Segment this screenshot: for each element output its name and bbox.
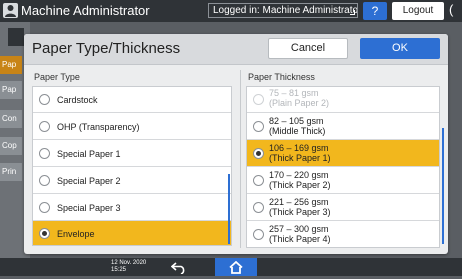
edge-glyph: ( [449,2,454,17]
thickness-item-thick-2[interactable]: 170 – 220 gsm (Thick Paper 2) [247,167,439,194]
clock: 12 Nov. 2020 15:25 [111,260,146,274]
paper-type-item-envelope[interactable]: Envelope [33,221,231,245]
list-item-range: 221 – 256 gsm [269,197,329,207]
thickness-item-middle-thick[interactable]: 82 – 105 gsm (Middle Thick) [247,113,439,140]
corner-indicator-icon [350,10,355,15]
back-arrow-icon[interactable] [170,261,187,279]
radio-icon [253,175,264,186]
list-item-label: Special Paper 3 [57,203,121,213]
paper-type-item-ohp[interactable]: OHP (Transparency) [33,113,231,140]
radio-icon [253,202,264,213]
top-bar: Machine Administrator Logged in: Machine… [0,0,462,22]
home-button[interactable] [215,258,257,276]
paper-type-item-cardstock[interactable]: Cardstock [33,87,231,113]
list-item-name: (Middle Thick) [269,126,326,136]
list-item-name: (Thick Paper 2) [269,180,331,190]
background-tab-4: Cop [0,137,22,155]
clock-date: 12 Nov. 2020 [111,260,147,266]
radio-icon [39,202,50,213]
login-status: Logged in: Machine Administrator [208,3,358,18]
list-item-label: Special Paper 2 [57,176,121,186]
list-item-label: Special Paper 1 [57,149,121,159]
list-item-range: 75 – 81 gsm [269,88,319,98]
paper-type-item-special-2[interactable]: Special Paper 2 [33,167,231,194]
paper-type-item-special-1[interactable]: Special Paper 1 [33,140,231,167]
list-item-label: OHP (Transparency) [57,122,140,132]
column-divider [240,70,241,248]
clock-time: 15:25 [111,267,127,273]
radio-icon [39,94,50,105]
radio-icon [39,148,50,159]
thickness-item-thick-3[interactable]: 221 – 256 gsm (Thick Paper 3) [247,194,439,221]
radio-icon [253,121,264,132]
ok-button[interactable]: OK [360,38,440,59]
list-item-name: (Plain Paper 2) [269,98,330,108]
radio-icon [253,94,264,105]
background-tab-5: Prin [0,163,22,181]
app-title: Machine Administrator [21,3,150,18]
list-item-name: (Thick Paper 3) [269,207,331,217]
paper-thickness-scrollbar[interactable] [442,128,444,244]
paper-thickness-list: 75 – 81 gsm (Plain Paper 2) 82 – 105 gsm… [246,86,440,248]
user-icon [3,3,18,18]
radio-icon [39,121,50,132]
help-button[interactable]: ? [363,2,387,20]
logout-button[interactable]: Logout [392,2,444,20]
list-item-label: Cardstock [57,95,98,105]
radio-icon [253,229,264,240]
home-icon [229,261,243,274]
dialog-title: Paper Type/Thickness [32,40,181,57]
list-item-label: Envelope [57,229,95,239]
paper-type-item-special-3[interactable]: Special Paper 3 [33,194,231,221]
dialog-header: Paper Type/Thickness Cancel OK [24,34,448,65]
background-header [8,28,24,46]
login-status-text: Logged in: Machine Administrator [213,5,358,16]
thickness-item-thick-1[interactable]: 106 – 169 gsm (Thick Paper 1) [247,140,439,167]
radio-icon [39,175,50,186]
list-item-range: 257 – 300 gsm [269,224,329,234]
background-tab-2: Pap [0,81,22,99]
radio-selected-icon [39,228,50,239]
thickness-item-thick-4[interactable]: 257 – 300 gsm (Thick Paper 4) [247,221,439,247]
paper-type-list: Cardstock OHP (Transparency) Special Pap… [32,86,232,246]
list-item-range: 170 – 220 gsm [269,170,329,180]
paper-type-label: Paper Type [34,72,80,82]
background-tab-1: Pap [0,56,22,74]
list-item-name: (Thick Paper 1) [269,153,331,163]
cancel-button[interactable]: Cancel [268,38,348,59]
paper-type-scrollbar[interactable] [228,174,230,244]
radio-selected-icon [253,148,264,159]
background-tab-3: Con [0,110,22,128]
list-item-range: 106 – 169 gsm [269,143,329,153]
thickness-item-plain-2: 75 – 81 gsm (Plain Paper 2) [247,87,439,113]
list-item-range: 82 – 105 gsm [269,116,324,126]
paper-thickness-label: Paper Thickness [248,72,315,82]
paper-type-dialog: Paper Type/Thickness Cancel OK Paper Typ… [24,34,448,254]
list-item-name: (Thick Paper 4) [269,234,331,244]
